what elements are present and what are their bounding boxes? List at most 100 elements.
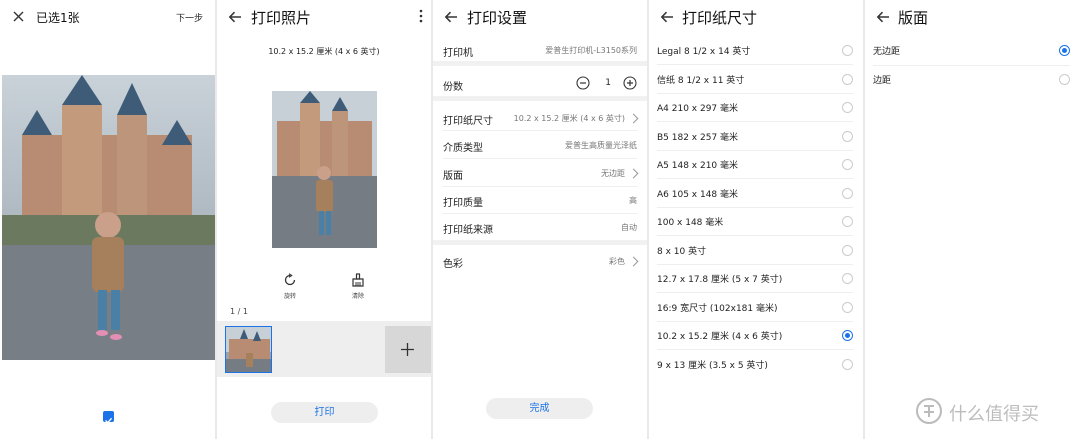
paper-size-option[interactable]: A6 105 x 148 毫米 (649, 187, 863, 201)
clear-brush-icon (352, 273, 364, 287)
paper-size-option-label: 10.2 x 15.2 厘米 (4 x 6 英寸) (657, 332, 783, 342)
panel-photo-select: 已选1张 下一步 (0, 0, 215, 439)
printer-row[interactable]: 打印机 爱普生打印机-L3150系列 (433, 44, 647, 59)
paper-size-option[interactable]: 10.2 x 15.2 厘米 (4 x 6 英寸) (649, 329, 863, 343)
divider (443, 158, 637, 159)
paper-size-option-label: Legal 8 1/2 x 14 英寸 (657, 47, 751, 57)
add-photo-button[interactable] (385, 326, 431, 373)
check-icon (105, 417, 113, 424)
back-arrow-icon[interactable] (875, 9, 891, 25)
paper-size-option[interactable]: 8 x 10 英寸 (649, 244, 863, 258)
paper-size-label: 打印纸尺寸 (443, 116, 493, 127)
close-icon[interactable] (13, 11, 24, 22)
thumbnail-item[interactable] (225, 326, 272, 373)
radio-selected[interactable] (1059, 45, 1070, 56)
print-quality-value: 高 (629, 196, 637, 205)
paper-size-option-label: 16:9 宽尺寸 (102x181 毫米) (657, 304, 778, 314)
more-options-icon[interactable] (419, 9, 423, 23)
radio-unselected[interactable] (842, 216, 853, 227)
printer-value: 爱普生打印机-L3150系列 (545, 46, 637, 55)
layout-label: 版面 (443, 171, 463, 182)
radio-unselected[interactable] (842, 188, 853, 199)
color-row[interactable]: 色彩 彩色 (433, 255, 647, 270)
radio-unselected[interactable] (842, 302, 853, 313)
radio-unselected[interactable] (842, 131, 853, 142)
media-type-label: 介质类型 (443, 143, 483, 154)
divider (657, 64, 853, 65)
paper-size-option-label: A6 105 x 148 毫米 (657, 190, 739, 200)
divider (657, 235, 853, 236)
media-type-row[interactable]: 介质类型 爱普生高质量光泽纸 (433, 139, 647, 154)
paper-source-row[interactable]: 打印纸来源 自动 (433, 221, 647, 236)
paper-size-option[interactable]: 100 x 148 毫米 (649, 215, 863, 229)
rotate-label: 旋转 (283, 293, 296, 300)
next-button[interactable]: 下一步 (176, 11, 203, 24)
paper-size-option[interactable]: 9 x 13 厘米 (3.5 x 5 英寸) (649, 358, 863, 372)
divider (657, 321, 853, 322)
chevron-right-icon (628, 168, 639, 179)
divider (873, 65, 1070, 66)
decrement-icon[interactable] (576, 76, 590, 90)
copies-value: 1 (605, 78, 611, 88)
layout-option-margin[interactable]: 边距 (865, 73, 1080, 87)
rotate-button[interactable]: 旋转 (279, 272, 301, 300)
done-button[interactable]: 完成 (486, 398, 593, 419)
radio-unselected[interactable] (842, 45, 853, 56)
page-title: 版面 (898, 9, 929, 27)
radio-unselected[interactable] (842, 359, 853, 370)
print-quality-row[interactable]: 打印质量 高 (433, 194, 647, 209)
layout-value: 无边距 (601, 169, 625, 178)
paper-size-option[interactable]: 12.7 x 17.8 厘米 (5 x 7 英寸) (649, 272, 863, 286)
paper-size-option[interactable]: 16:9 宽尺寸 (102x181 毫米) (649, 301, 863, 315)
thumbnail-strip (217, 321, 431, 377)
thumbnail-image (226, 327, 271, 372)
paper-size-option-label: 8 x 10 英寸 (657, 247, 707, 257)
radio-unselected[interactable] (842, 273, 853, 284)
print-preview (272, 91, 377, 248)
copies-row: 份数 1 (433, 76, 647, 93)
chevron-right-icon (628, 113, 639, 124)
paper-size-option[interactable]: A4 210 x 297 毫米 (649, 101, 863, 115)
section-divider (433, 61, 647, 66)
paper-size-option[interactable]: Legal 8 1/2 x 14 英寸 (649, 44, 863, 58)
back-arrow-icon[interactable] (659, 9, 675, 25)
radio-unselected[interactable] (842, 245, 853, 256)
paper-size-option[interactable]: 信纸 8 1/2 x 11 英寸 (649, 73, 863, 87)
paper-size-option[interactable]: B5 182 x 257 毫米 (649, 130, 863, 144)
page-title: 打印纸尺寸 (682, 9, 758, 27)
option-label: 无边距 (873, 47, 901, 57)
option-label: 边距 (873, 76, 892, 86)
layout-row[interactable]: 版面 无边距 (433, 167, 647, 182)
select-checkbox[interactable] (103, 411, 114, 424)
print-quality-label: 打印质量 (443, 198, 483, 209)
divider (657, 207, 853, 208)
paper-size-option-label: A5 148 x 210 毫米 (657, 161, 739, 171)
divider (657, 178, 853, 179)
media-type-value: 爱普生高质量光泽纸 (565, 141, 637, 150)
watermark-text: 什么值得买 (949, 404, 1039, 425)
radio-selected[interactable] (842, 330, 853, 341)
header: 打印照片 (217, 0, 431, 34)
back-arrow-icon[interactable] (227, 9, 243, 25)
radio-unselected[interactable] (1059, 74, 1070, 85)
back-arrow-icon[interactable] (443, 9, 459, 25)
page-title: 已选1张 (36, 11, 80, 25)
layout-option-borderless[interactable]: 无边距 (865, 44, 1080, 58)
clear-label: 清除 (351, 293, 364, 300)
print-button[interactable]: 打印 (271, 402, 378, 423)
divider (443, 130, 637, 131)
radio-unselected[interactable] (842, 102, 853, 113)
header: 打印纸尺寸 (649, 0, 863, 34)
increment-icon[interactable] (623, 76, 637, 90)
paper-size-row[interactable]: 打印纸尺寸 10.2 x 15.2 厘米 (4 x 6 英寸) (433, 112, 647, 127)
paper-size-option[interactable]: A5 148 x 210 毫米 (649, 158, 863, 172)
radio-unselected[interactable] (842, 159, 853, 170)
rotate-icon (284, 273, 296, 286)
preview-photo-image (272, 91, 377, 248)
selected-photo[interactable] (2, 75, 215, 360)
section-divider (433, 96, 647, 101)
radio-unselected[interactable] (842, 74, 853, 85)
section-divider (433, 240, 647, 245)
clear-button[interactable]: 清除 (347, 272, 369, 300)
header: 已选1张 下一步 (0, 0, 215, 34)
